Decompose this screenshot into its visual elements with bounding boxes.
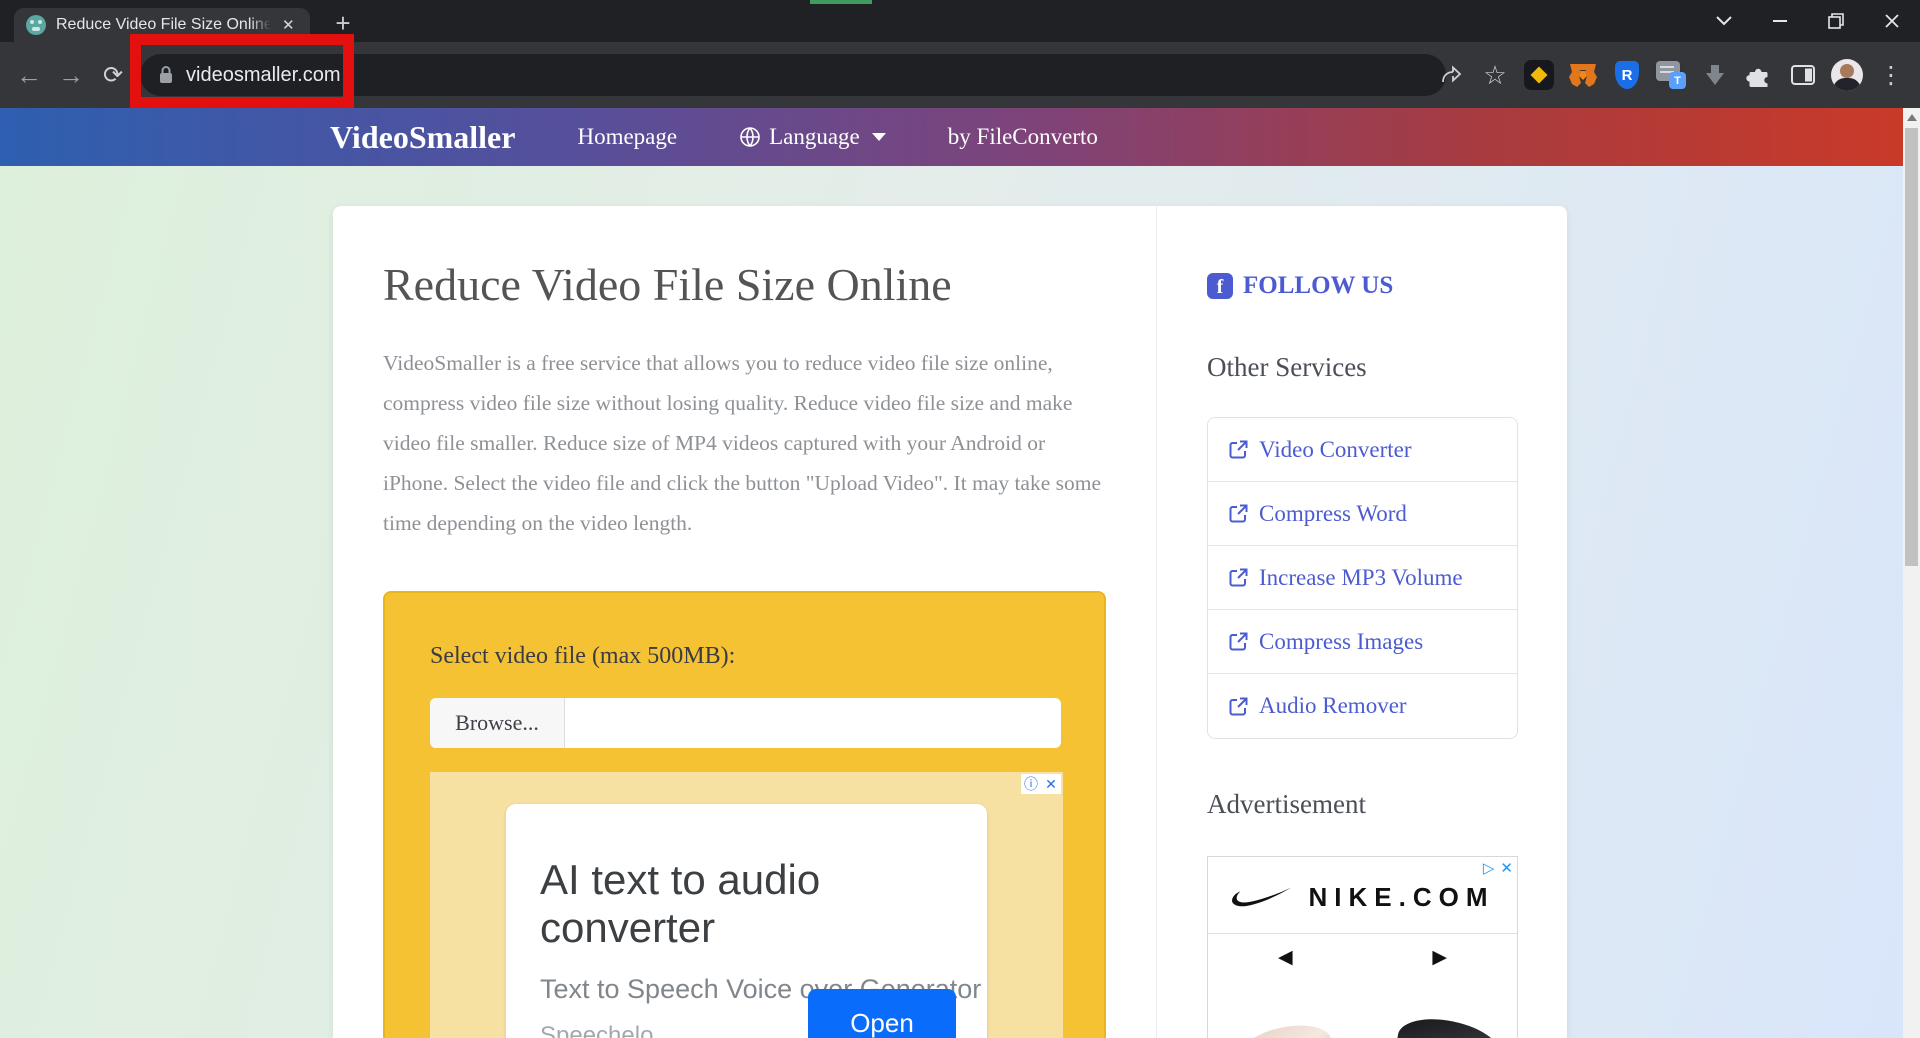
nike-ad[interactable]: ▷ ✕ NIKE.COM ◀ ▶ (1207, 856, 1518, 1038)
metamask-extension-icon[interactable] (1566, 58, 1600, 92)
ad-card[interactable]: AI text to audio converter Text to Speec… (506, 804, 987, 1038)
carousel-next-icon[interactable]: ▶ (1432, 946, 1447, 969)
ad-brand: Speechelo (540, 1022, 653, 1038)
downloader-extension-icon[interactable] (1698, 58, 1732, 92)
ad-choices: ⓘ ✕ (1021, 774, 1061, 794)
nav-by-fileconverto[interactable]: by FileConverto (948, 124, 1098, 150)
sidebar: f FOLLOW US Other Services Video Convert… (1156, 206, 1567, 1038)
ronin-wallet-extension-icon[interactable]: R (1610, 58, 1644, 92)
nav-language-dropdown[interactable]: Language (739, 124, 886, 150)
tab-search-chevron-icon[interactable] (1696, 0, 1752, 42)
reload-icon[interactable]: ⟳ (92, 61, 134, 90)
profile-avatar[interactable] (1830, 58, 1864, 92)
service-link-audio-remover[interactable]: Audio Remover (1208, 674, 1517, 738)
external-link-icon (1228, 696, 1249, 717)
nike-logo-row: NIKE.COM (1208, 861, 1517, 933)
nike-brand-text: NIKE.COM (1309, 882, 1495, 913)
nike-swoosh-icon (1231, 886, 1293, 908)
scrollbar-up-icon[interactable] (1907, 114, 1917, 121)
nike-adchoices: ▷ ✕ (1483, 859, 1513, 877)
service-link-increase-mp3-volume[interactable]: Increase MP3 Volume (1208, 546, 1517, 610)
scrollbar-thumb[interactable] (1905, 128, 1918, 566)
minimize-icon[interactable] (1752, 0, 1808, 42)
ad-open-button[interactable]: Open (808, 989, 956, 1038)
advertisement-title: Advertisement (1207, 789, 1517, 820)
service-link-compress-word[interactable]: Compress Word (1208, 482, 1517, 546)
extensions-puzzle-icon[interactable] (1742, 58, 1776, 92)
browse-button[interactable]: Browse... (430, 698, 565, 748)
external-link-icon (1228, 439, 1249, 460)
shoe-image-light (1236, 1016, 1335, 1038)
facebook-icon: f (1207, 273, 1233, 299)
upload-panel: Select video file (max 500MB): Browse...… (383, 591, 1106, 1038)
tab-title: Reduce Video File Size Online, Ma (56, 16, 278, 34)
toolbar-right-icons: ☆ R T (1434, 42, 1908, 108)
ad-close-icon[interactable]: ✕ (1041, 774, 1061, 794)
window-controls (1696, 0, 1920, 42)
browser-menu-icon[interactable]: ⋮ (1874, 58, 1908, 92)
external-link-icon (1228, 503, 1249, 524)
chevron-down-icon (872, 133, 886, 141)
ad-frame: ⓘ ✕ AI text to audio converter Text to S… (430, 772, 1063, 1038)
carousel-prev-icon[interactable]: ◀ (1278, 946, 1293, 969)
ad-close-icon[interactable]: ✕ (1500, 859, 1513, 877)
services-list: Video Converter Compress Word Increase M… (1207, 417, 1518, 739)
tab-close-icon[interactable]: ✕ (282, 16, 295, 34)
ad-info-icon[interactable]: ⓘ (1021, 774, 1041, 794)
share-icon[interactable] (1434, 58, 1468, 92)
upload-label: Select video file (max 500MB): (430, 643, 1059, 670)
web-page: VideoSmaller Homepage Language by FileCo… (0, 108, 1903, 1038)
site-header: VideoSmaller Homepage Language by FileCo… (0, 108, 1903, 166)
bookmark-star-icon[interactable]: ☆ (1478, 58, 1512, 92)
follow-us-link[interactable]: f FOLLOW US (1207, 272, 1517, 300)
page-scrollbar[interactable] (1903, 108, 1920, 1038)
screenshot-root: Reduce Video File Size Online, Ma ✕ + (0, 0, 1920, 1038)
site-favicon (26, 15, 46, 35)
side-panel-icon[interactable] (1786, 58, 1820, 92)
nav-homepage[interactable]: Homepage (577, 124, 677, 150)
content-card: Reduce Video File Size Online VideoSmall… (333, 206, 1567, 1038)
external-link-icon (1228, 567, 1249, 588)
annotation-highlight-box (130, 34, 354, 108)
ad-headline: AI text to audio converter (540, 856, 987, 952)
nike-carousel-arrows: ◀ ▶ (1208, 934, 1517, 969)
main-column: Reduce Video File Size Online VideoSmall… (333, 206, 1156, 1038)
other-services-title: Other Services (1207, 352, 1517, 383)
service-link-compress-images[interactable]: Compress Images (1208, 610, 1517, 674)
binance-extension-icon[interactable] (1522, 58, 1556, 92)
recording-indicator (810, 0, 872, 4)
site-logo[interactable]: VideoSmaller (330, 119, 515, 156)
page-description: VideoSmaller is a free service that allo… (383, 343, 1111, 543)
translate-extension-icon[interactable]: T (1654, 58, 1688, 92)
file-input[interactable]: Browse... (430, 698, 1061, 748)
language-globe-icon (739, 126, 761, 148)
close-window-icon[interactable] (1864, 0, 1920, 42)
page-title: Reduce Video File Size Online (383, 258, 1106, 311)
shoe-image-dark (1394, 1013, 1504, 1038)
external-link-icon (1228, 631, 1249, 652)
restore-icon[interactable] (1808, 0, 1864, 42)
service-link-video-converter[interactable]: Video Converter (1208, 418, 1517, 482)
adchoices-play-icon[interactable]: ▷ (1483, 859, 1495, 877)
site-nav: Homepage Language by FileConverto (515, 124, 1097, 150)
back-icon[interactable]: ← (8, 60, 50, 91)
forward-icon[interactable]: → (50, 60, 92, 91)
